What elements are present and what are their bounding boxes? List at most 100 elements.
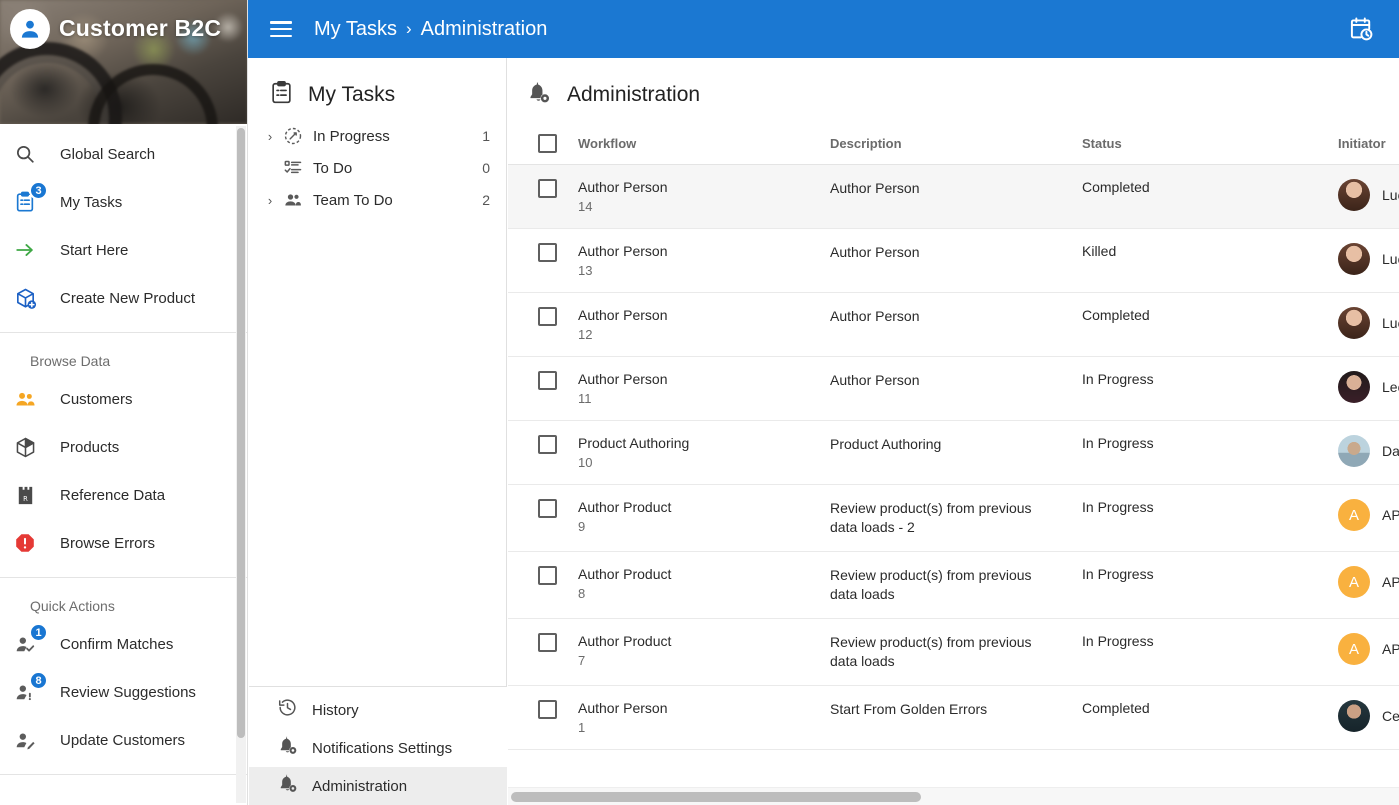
select-all-checkbox[interactable] <box>538 134 557 153</box>
svg-text:R: R <box>23 494 28 502</box>
task-tree-action-notifications-settings[interactable]: Notifications Settings <box>249 729 507 767</box>
avatar <box>1338 435 1370 467</box>
sidebar-item-products[interactable]: Products <box>0 423 248 471</box>
sidebar-scroll-area: Global Search 3 My Ta <box>0 124 248 805</box>
task-tree-row-in-progress[interactable]: › In Progress 1 <box>249 120 506 152</box>
row-checkbox[interactable] <box>538 499 557 518</box>
task-tree-row-count: 0 <box>482 160 490 176</box>
cell-initiator: Leo <box>1338 357 1399 421</box>
row-checkbox[interactable] <box>538 633 557 652</box>
row-select-cell <box>508 421 578 485</box>
my-tasks-badge: 3 <box>29 181 48 200</box>
table-row[interactable]: Author Person 14 Author Person Completed… <box>508 165 1399 229</box>
cell-status: Completed <box>1082 293 1338 357</box>
table-row[interactable]: Author Person 12 Author Person Completed… <box>508 293 1399 357</box>
sidebar-item-review-suggestions[interactable]: 8 Review Suggestions <box>0 668 248 716</box>
task-tree-row-label: Team To Do <box>313 192 393 209</box>
row-checkbox[interactable] <box>538 435 557 454</box>
cell-status: In Progress <box>1082 421 1338 485</box>
arrow-right-icon <box>14 236 50 264</box>
task-tree-action-label: History <box>312 702 359 719</box>
hamburger-menu-icon[interactable] <box>270 21 292 37</box>
breadcrumb-item-my-tasks[interactable]: My Tasks <box>314 18 397 41</box>
top-app-bar: My Tasks › Administration <box>248 0 1399 58</box>
sidebar-scrollbar-thumb[interactable] <box>237 128 245 738</box>
person-avatar-icon[interactable] <box>10 9 50 49</box>
initiator-name: API <box>1382 574 1399 590</box>
workflow-name: Author Person <box>578 700 830 717</box>
sidebar-item-start-here[interactable]: Start Here <box>0 226 248 274</box>
sidebar-item-customers[interactable]: Customers <box>0 375 248 423</box>
column-header-workflow[interactable]: Workflow <box>578 122 830 165</box>
initiator-name: Dav <box>1382 443 1399 459</box>
sidebar-scrollbar[interactable] <box>236 126 246 803</box>
cell-initiator: A API <box>1338 619 1399 686</box>
task-tree-row-team-to-do[interactable]: › Team To Do 2 <box>249 184 506 216</box>
sidebar-item-my-tasks[interactable]: 3 My Tasks <box>0 178 248 226</box>
sidebar-item-reference-data[interactable]: R Reference Data <box>0 471 248 519</box>
table-row[interactable]: Author Person 13 Author Person Killed Lu… <box>508 229 1399 293</box>
chevron-right-icon[interactable]: › <box>261 129 279 144</box>
sidebar-group-main: Global Search 3 My Ta <box>0 124 248 333</box>
calendar-clock-icon[interactable] <box>1339 7 1383 51</box>
cell-status: In Progress <box>1082 619 1338 686</box>
row-checkbox[interactable] <box>538 179 557 198</box>
grid-horizontal-scrollbar-thumb[interactable] <box>511 792 921 802</box>
main-content: Administration Workflow Description Stat… <box>508 58 1399 805</box>
column-header-status[interactable]: Status <box>1082 122 1338 165</box>
table-row[interactable]: Product Authoring 10 Product Authoring I… <box>508 421 1399 485</box>
description-text: Product Authoring <box>830 435 1056 454</box>
row-checkbox[interactable] <box>538 700 557 719</box>
box-plus-icon <box>14 284 50 312</box>
task-tree-action-administration[interactable]: Administration <box>249 767 507 805</box>
cell-description: Author Person <box>830 165 1082 229</box>
sidebar-item-confirm-matches[interactable]: 1 Confirm Matches <box>0 620 248 668</box>
review-suggestions-badge: 8 <box>29 671 48 690</box>
grid-horizontal-scrollbar[interactable] <box>508 787 1399 805</box>
status-badge: Completed <box>1082 700 1150 716</box>
sidebar-item-update-customers[interactable]: Update Customers <box>0 716 248 764</box>
workflow-name: Product Authoring <box>578 435 830 452</box>
task-tree-row-to-do[interactable]: To Do 0 <box>249 152 506 184</box>
task-tree-title: My Tasks <box>308 83 395 107</box>
cell-workflow: Author Person 12 <box>578 293 830 357</box>
table-row[interactable]: Author Product 9 Review product(s) from … <box>508 485 1399 552</box>
row-checkbox[interactable] <box>538 243 557 262</box>
workflow-id: 10 <box>578 455 830 470</box>
status-badge: Killed <box>1082 243 1116 259</box>
sidebar-item-label: Confirm Matches <box>60 636 173 653</box>
workflow-name: Author Product <box>578 499 830 516</box>
column-header-description[interactable]: Description <box>830 122 1082 165</box>
task-grid-head: Workflow Description Status Initiator <box>508 122 1399 165</box>
cell-description: Review product(s) from previous data loa… <box>830 619 1082 686</box>
table-row[interactable]: Author Person 11 Author Person In Progre… <box>508 357 1399 421</box>
bell-gear-icon <box>277 773 298 799</box>
cell-description: Author Person <box>830 357 1082 421</box>
workflow-id: 11 <box>578 391 830 406</box>
table-row[interactable]: Author Product 8 Review product(s) from … <box>508 552 1399 619</box>
row-select-cell <box>508 686 578 750</box>
sidebar-item-browse-errors[interactable]: Browse Errors <box>0 519 248 567</box>
sidebar-footer-spacer <box>0 775 248 791</box>
row-select-cell <box>508 293 578 357</box>
box-icon <box>14 433 50 461</box>
row-select-cell <box>508 229 578 293</box>
sidebar-item-create-new-product[interactable]: Create New Product <box>0 274 248 322</box>
row-checkbox[interactable] <box>538 566 557 585</box>
table-row[interactable]: Author Product 7 Review product(s) from … <box>508 619 1399 686</box>
column-header-initiator[interactable]: Initiator <box>1338 122 1399 165</box>
row-checkbox[interactable] <box>538 307 557 326</box>
workflow-id: 8 <box>578 586 830 601</box>
sidebar-item-label: Update Customers <box>60 732 185 749</box>
task-tree-action-history[interactable]: History <box>249 691 507 729</box>
sidebar-item-global-search[interactable]: Global Search <box>0 130 248 178</box>
table-row[interactable]: Author Person 1 Start From Golden Errors… <box>508 686 1399 750</box>
row-checkbox[interactable] <box>538 371 557 390</box>
workflow-name: Author Person <box>578 243 830 260</box>
task-tree-row-count: 2 <box>482 192 490 208</box>
breadcrumb-item-administration[interactable]: Administration <box>421 18 548 41</box>
initiator-name: API <box>1382 641 1399 657</box>
sidebar-item-label: Browse Errors <box>60 535 155 552</box>
chevron-right-icon[interactable]: › <box>261 193 279 208</box>
team-people-icon <box>279 190 307 210</box>
